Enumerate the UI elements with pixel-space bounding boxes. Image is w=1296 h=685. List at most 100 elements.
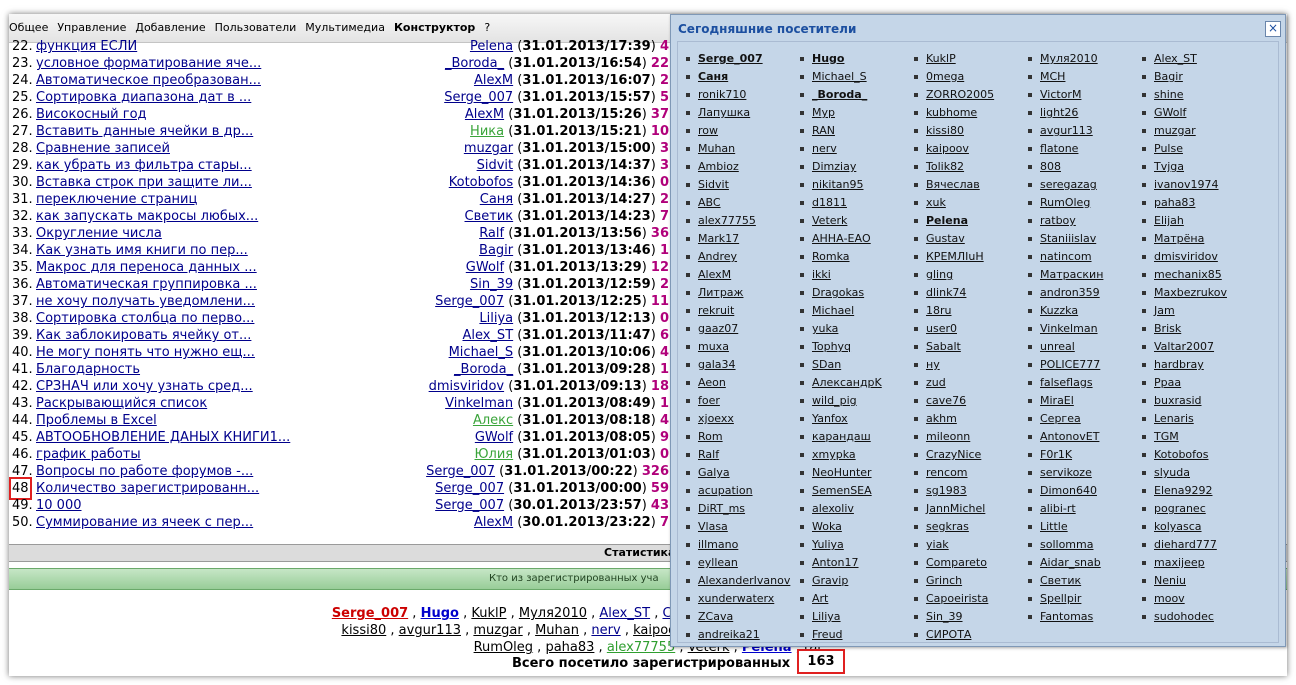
visitor-link[interactable]: nerv bbox=[591, 623, 620, 638]
popup-visitor-link[interactable]: Gravip bbox=[812, 574, 848, 587]
popup-visitor-link[interactable]: ronik710 bbox=[698, 88, 746, 101]
popup-visitor-link[interactable]: Michael_S bbox=[812, 70, 867, 83]
topic-title-link[interactable]: как убрать из фильтра стары... bbox=[36, 157, 252, 174]
topic-title-link[interactable]: 10 000 bbox=[36, 497, 82, 514]
popup-visitor-link[interactable]: Aeon bbox=[698, 376, 726, 389]
popup-visitor-link[interactable]: Serge_007 bbox=[698, 52, 763, 65]
topic-author-link[interactable]: Sin_39 bbox=[470, 277, 513, 292]
popup-visitor-link[interactable]: Pulse bbox=[1154, 142, 1183, 155]
visitor-link[interactable]: paha83 bbox=[545, 640, 594, 655]
menu-item[interactable]: Управление bbox=[57, 21, 126, 34]
popup-visitor-link[interactable]: 808 bbox=[1040, 160, 1061, 173]
topic-author-link[interactable]: _Boroda_ bbox=[445, 56, 504, 71]
topic-title-link[interactable]: Проблемы в Excel bbox=[36, 412, 157, 429]
popup-visitor-link[interactable]: Jam bbox=[1154, 304, 1175, 317]
popup-visitor-link[interactable]: kaipoov bbox=[926, 142, 969, 155]
popup-visitor-link[interactable]: Muhan bbox=[698, 142, 735, 155]
popup-visitor-link[interactable]: gaaz07 bbox=[698, 322, 738, 335]
popup-visitor-link[interactable]: Лапушка bbox=[698, 106, 750, 119]
popup-visitor-link[interactable]: falseflags bbox=[1040, 376, 1093, 389]
popup-visitor-link[interactable]: Veterk bbox=[812, 214, 847, 227]
popup-visitor-link[interactable]: row bbox=[698, 124, 718, 137]
popup-visitor-link[interactable]: КРЕМЛIuH bbox=[926, 250, 984, 263]
popup-visitor-link[interactable]: avgur113 bbox=[1040, 124, 1093, 137]
topic-author-link[interactable]: dmisviridov bbox=[429, 379, 504, 394]
popup-visitor-link[interactable]: dmisviridov bbox=[1154, 250, 1218, 263]
topic-title-link[interactable]: Вопросы по работе форумов -... bbox=[36, 463, 253, 480]
visitor-link[interactable]: Muhan bbox=[535, 623, 579, 638]
popup-visitor-link[interactable]: Andrey bbox=[698, 250, 737, 263]
popup-visitor-link[interactable]: AlexanderIvanov bbox=[698, 574, 790, 587]
visitor-link[interactable]: KuklP bbox=[471, 606, 506, 621]
popup-visitor-link[interactable]: Kuzzka bbox=[1040, 304, 1078, 317]
popup-visitor-link[interactable]: TGM bbox=[1154, 430, 1179, 443]
popup-visitor-link[interactable]: Neniu bbox=[1154, 574, 1186, 587]
popup-visitor-link[interactable]: alex77755 bbox=[698, 214, 756, 227]
popup-visitor-link[interactable]: moov bbox=[1154, 592, 1185, 605]
topic-author-link[interactable]: Alex_ST bbox=[462, 328, 513, 343]
popup-visitor-link[interactable]: Valtar2007 bbox=[1154, 340, 1214, 353]
popup-visitor-link[interactable]: foer bbox=[698, 394, 720, 407]
popup-visitor-link[interactable]: user0 bbox=[926, 322, 957, 335]
popup-visitor-link[interactable]: Spellpir bbox=[1040, 592, 1081, 605]
popup-visitor-link[interactable]: muzgar bbox=[1154, 124, 1196, 137]
visitor-link[interactable]: kissi80 bbox=[341, 623, 386, 638]
popup-visitor-link[interactable]: RAN bbox=[812, 124, 835, 137]
popup-visitor-link[interactable]: Kotobofos bbox=[1154, 448, 1208, 461]
popup-visitor-link[interactable]: xunderwaterx bbox=[698, 592, 774, 605]
popup-visitor-link[interactable]: buxrasid bbox=[1154, 394, 1202, 407]
popup-visitor-link[interactable]: Staniiislav bbox=[1040, 232, 1096, 245]
popup-visitor-link[interactable]: light26 bbox=[1040, 106, 1078, 119]
popup-visitor-link[interactable]: Литраж bbox=[698, 286, 743, 299]
popup-visitor-link[interactable]: Sabalt bbox=[926, 340, 961, 353]
popup-visitor-link[interactable]: alexoliv bbox=[812, 502, 854, 515]
popup-visitor-link[interactable]: sg1983 bbox=[926, 484, 967, 497]
topic-title-link[interactable]: Автоматическое преобразован... bbox=[36, 72, 261, 89]
popup-visitor-link[interactable]: Grinch bbox=[926, 574, 962, 587]
menu-item[interactable]: Добавление bbox=[135, 21, 205, 34]
popup-visitor-link[interactable]: rencom bbox=[926, 466, 968, 479]
topic-author-link[interactable]: AlexM bbox=[474, 515, 513, 530]
popup-visitor-link[interactable]: andron359 bbox=[1040, 286, 1100, 299]
popup-visitor-link[interactable]: RumOleg bbox=[1040, 196, 1090, 209]
popup-visitor-link[interactable]: F0r1K bbox=[1040, 448, 1072, 461]
popup-visitor-link[interactable]: sollomma bbox=[1040, 538, 1093, 551]
popup-visitor-link[interactable]: muxa bbox=[698, 340, 729, 353]
popup-visitor-link[interactable]: CrazyNice bbox=[926, 448, 981, 461]
popup-visitor-link[interactable]: Vlasa bbox=[698, 520, 728, 533]
menu-item[interactable]: Общее bbox=[9, 21, 48, 34]
menu-item[interactable]: Конструктор bbox=[394, 21, 475, 34]
topic-title-link[interactable]: Количество зарегистрированн... bbox=[36, 480, 259, 497]
topic-title-link[interactable]: Суммирование из ячеек с пер... bbox=[36, 514, 253, 531]
popup-visitor-link[interactable]: slyuda bbox=[1154, 466, 1190, 479]
popup-visitor-link[interactable]: Tvjga bbox=[1154, 160, 1184, 173]
popup-visitor-link[interactable]: Elena9292 bbox=[1154, 484, 1212, 497]
popup-visitor-link[interactable]: nerv bbox=[812, 142, 837, 155]
topic-author-link[interactable]: Sidvit bbox=[477, 158, 514, 173]
popup-visitor-link[interactable]: AlexM bbox=[698, 268, 731, 281]
topic-author-link[interactable]: Vinkelman bbox=[445, 396, 513, 411]
popup-visitor-link[interactable]: illmano bbox=[698, 538, 738, 551]
popup-visitor-link[interactable]: zud bbox=[926, 376, 946, 389]
topic-title-link[interactable]: функция ЕСЛИ bbox=[36, 38, 137, 55]
popup-visitor-link[interactable]: Little bbox=[1040, 520, 1068, 533]
visitor-link[interactable]: Муля2010 bbox=[519, 606, 587, 621]
popup-visitor-link[interactable]: shine bbox=[1154, 88, 1184, 101]
popup-visitor-link[interactable]: yuka bbox=[812, 322, 838, 335]
topic-title-link[interactable]: не хочу получать уведомлени... bbox=[36, 293, 255, 310]
popup-visitor-link[interactable]: segkras bbox=[926, 520, 969, 533]
popup-visitor-link[interactable]: 0mega bbox=[926, 70, 964, 83]
topic-title-link[interactable]: Макрос для переноса данных ... bbox=[36, 259, 257, 276]
topic-title-link[interactable]: переключение страниц bbox=[36, 191, 197, 208]
topic-title-link[interactable]: Не могу понять что нужно ещ... bbox=[36, 344, 255, 361]
topic-author-link[interactable]: Алекс bbox=[473, 413, 513, 428]
popup-visitor-link[interactable]: cave76 bbox=[926, 394, 966, 407]
popup-visitor-link[interactable]: Compareto bbox=[926, 556, 987, 569]
popup-visitor-link[interactable]: SemenSEA bbox=[812, 484, 872, 497]
popup-visitor-link[interactable]: Светик bbox=[1040, 574, 1081, 587]
popup-visitor-link[interactable]: Pelena bbox=[926, 214, 968, 227]
popup-visitor-link[interactable]: xuk bbox=[926, 196, 946, 209]
topic-title-link[interactable]: Високосный год bbox=[36, 106, 147, 123]
popup-visitor-link[interactable]: xmypka bbox=[812, 448, 856, 461]
popup-visitor-link[interactable]: ivanov1974 bbox=[1154, 178, 1219, 191]
